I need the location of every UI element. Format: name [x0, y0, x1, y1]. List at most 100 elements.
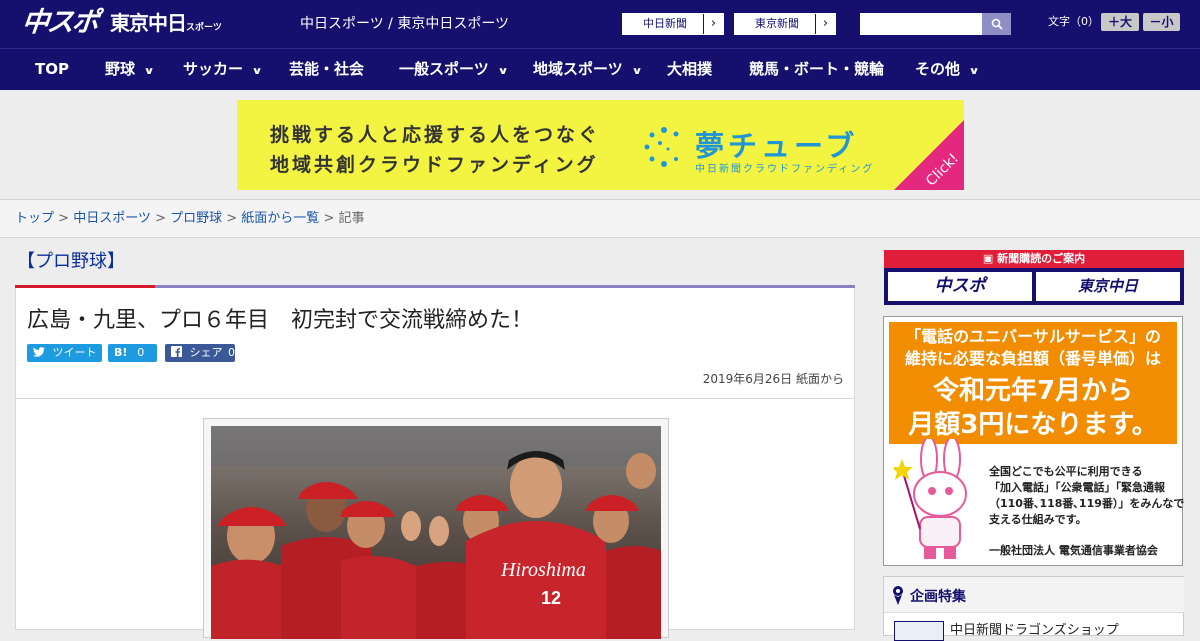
tokyo-shimbun-label: 東京新聞	[755, 17, 799, 30]
article-date: 2019年6月26日 紙面から	[702, 372, 844, 386]
svg-text:12: 12	[541, 588, 561, 608]
breadcrumb-separator: >	[222, 211, 242, 226]
breadcrumb: トップ > 中日スポーツ > プロ野球 > 紙面から一覧 > 記事	[0, 200, 1200, 238]
article: 広島・九里、プロ６年目 初完封で交流戦締めた！ ツイート B! 0 シェア 0 …	[15, 288, 855, 639]
tokyo-shimbun-link[interactable]: 東京新聞 ›	[734, 13, 836, 35]
dream-tube-logo-icon	[644, 127, 679, 167]
article-headline: 広島・九里、プロ６年目 初完封で交流戦締めた！	[27, 308, 534, 333]
ad-inner: 「電話のユニバーサルサービス」の 維持に必要な負担額（番号単価）は 令和元年7月…	[889, 322, 1184, 560]
ad-body-panel: 全国どこでも公平に利用できる 「加入電話」「公衆電話」「緊急通報 （110番､1…	[889, 439, 1184, 560]
category-label: 【プロ野球】	[17, 251, 125, 272]
feature-thumbnail[interactable]	[894, 621, 944, 641]
breadcrumb-separator: >	[54, 211, 74, 226]
subscription-title-text: 新聞購読のご案内	[997, 252, 1086, 265]
nav-item-4[interactable]: 一般スポーツ ∨	[399, 49, 509, 90]
tweet-button[interactable]: ツイート	[27, 344, 102, 362]
bunny-mascot-icon	[894, 439, 967, 559]
hatena-count: 0	[137, 346, 145, 359]
hiroshima-players-photo: Hiroshima 12	[211, 426, 661, 639]
breadcrumb-separator: >	[319, 211, 339, 226]
nav-item-label: 地域スポーツ	[533, 60, 623, 78]
tokyo-chunichi-logo-sub: スポーツ	[186, 23, 222, 33]
banner-line1: 挑戦する人と応援する人をつなぐ	[270, 124, 601, 146]
ad-organization: 一般社団法人 電気通信事業者協会	[989, 544, 1158, 557]
ad-body: 全国どこでも公平に利用できる 「加入電話」「公衆電話」「緊急通報 （110番､1…	[989, 465, 1185, 526]
facebook-share-count: 0	[228, 346, 235, 359]
nav-item-0[interactable]: TOP	[35, 49, 69, 90]
nav-item-7[interactable]: 競馬・ボート・競輪	[749, 49, 884, 90]
nav-item-label: 芸能・社会	[289, 60, 365, 78]
nav-item-label: 競馬・ボート・競輪	[749, 60, 885, 78]
ribbon-icon	[893, 586, 903, 605]
crowdfunding-banner[interactable]: 挑戦する人と応援する人をつなぐ 地域共創クラウドファンディング 夢チューブ 中日…	[237, 100, 964, 190]
nav-item-label: その他	[915, 60, 961, 78]
chevron-down-icon: ∨	[251, 66, 263, 77]
nav-item-6[interactable]: 大相撲	[667, 49, 712, 90]
breadcrumb-link[interactable]: トップ	[15, 211, 54, 226]
nav-item-5[interactable]: 地域スポーツ ∨	[533, 49, 643, 90]
nav-item-3[interactable]: 芸能・社会	[289, 49, 364, 90]
font-bigger-button[interactable]: ＋大	[1101, 13, 1139, 31]
article-photo-frame: Hiroshima 12	[203, 418, 669, 639]
feature-title: 企画特集	[884, 577, 1184, 613]
banner-area: 挑戦する人と応援する人をつなぐ 地域共創クラウドファンディング 夢チューブ 中日…	[0, 90, 1200, 200]
banner-line2: 地域共創クラウドファンディング	[270, 154, 599, 176]
breadcrumb-separator: >	[150, 211, 171, 226]
universal-service-ad[interactable]: 「電話のユニバーサルサービス」の 維持に必要な負担額（番号単価）は 令和元年7月…	[883, 316, 1184, 566]
twitter-bird-icon	[33, 347, 45, 357]
breadcrumb-current: 記事	[338, 211, 365, 226]
feature-box: 企画特集 中日新聞ドラゴンズショップ	[883, 576, 1184, 641]
search-button[interactable]	[982, 13, 1011, 35]
nav-item-8[interactable]: その他 ∨	[915, 49, 980, 90]
newspaper-icon: ▣	[982, 252, 998, 265]
nav-item-label: 野球	[105, 60, 136, 78]
site-names: 中日スポーツ / 東京中日スポーツ	[300, 16, 510, 32]
facebook-share-label: シェア	[189, 346, 223, 359]
facebook-share-button[interactable]: シェア 0	[165, 344, 235, 362]
search-icon	[991, 18, 1003, 30]
banner-title: 夢チューブ	[695, 129, 859, 163]
article-divider	[16, 398, 854, 399]
search-input[interactable]	[860, 13, 982, 35]
tokyo-chunichi-logo-text: 東京中日	[110, 11, 187, 35]
tweet-label: ツイート	[52, 346, 97, 359]
svg-text:Hiroshima: Hiroshima	[500, 559, 586, 581]
nav-item-label: サッカー	[183, 60, 244, 78]
font-size-label: 文字（0）	[1048, 15, 1099, 28]
chevron-right-icon: ›	[815, 14, 835, 34]
banner-subtitle: 中日新聞クラウドファンディング	[695, 164, 875, 175]
font-smaller-button[interactable]: －小	[1143, 13, 1180, 31]
chuspo-logo[interactable]: 中スポ	[20, 6, 99, 40]
nav-item-2[interactable]: サッカー ∨	[183, 49, 263, 90]
chevron-down-icon: ∨	[497, 66, 509, 77]
chevron-down-icon: ∨	[968, 66, 980, 77]
nav-item-label: 大相撲	[667, 60, 713, 78]
breadcrumb-link[interactable]: 中日スポーツ	[73, 211, 151, 226]
nav-item-1[interactable]: 野球 ∨	[105, 49, 155, 90]
breadcrumb-link[interactable]: プロ野球	[170, 211, 222, 226]
main-content: 【プロ野球】 広島・九里、プロ６年目 初完封で交流戦締めた！ ツイート B! 0…	[15, 238, 855, 639]
article-photo[interactable]: Hiroshima 12	[211, 426, 661, 639]
ad-line4: 月額3円になります。	[908, 410, 1158, 440]
ad-line3: 令和元年7月から	[932, 376, 1134, 406]
nav-item-label: TOP	[35, 60, 69, 78]
ad-line2: 維持に必要な負担額（番号単価）は	[904, 349, 1161, 368]
tokyo-chunichi-logo[interactable]: 東京中日スポーツ	[110, 10, 222, 41]
chevron-down-icon: ∨	[631, 66, 643, 77]
top-bar: 中スポ 東京中日スポーツ 中日スポーツ / 東京中日スポーツ 中日新聞 › 東京新…	[0, 0, 1200, 48]
hatena-bookmark-icon: B!	[114, 346, 128, 359]
main-nav: TOP 野球 ∨ サッカー ∨ 芸能・社会 一般スポーツ ∨ 地域スポーツ ∨ 大相撲 競馬・ボート・…	[0, 48, 1200, 90]
subscription-box: ▣ 新聞購読のご案内 中スポ 東京中日	[884, 250, 1184, 305]
feature-item[interactable]: 中日新聞ドラゴンズショップ	[950, 619, 1119, 638]
chevron-down-icon: ∨	[143, 66, 155, 77]
subscription-title: ▣ 新聞購読のご案内	[884, 250, 1184, 268]
subscribe-tokyo-button[interactable]: 東京中日	[1036, 272, 1180, 301]
facebook-icon	[171, 346, 182, 357]
ad-line1: 「電話のユニバーサルサービス」の	[905, 327, 1161, 346]
subscribe-chuspo-button[interactable]: 中スポ	[888, 272, 1032, 301]
chevron-right-icon: ›	[703, 14, 723, 34]
chunichi-shimbun-link[interactable]: 中日新聞 ›	[622, 13, 724, 35]
hatena-bookmark-button[interactable]: B! 0	[108, 344, 157, 362]
breadcrumb-link[interactable]: 紙面から一覧	[241, 211, 319, 226]
nav-item-label: 一般スポーツ	[399, 60, 489, 78]
